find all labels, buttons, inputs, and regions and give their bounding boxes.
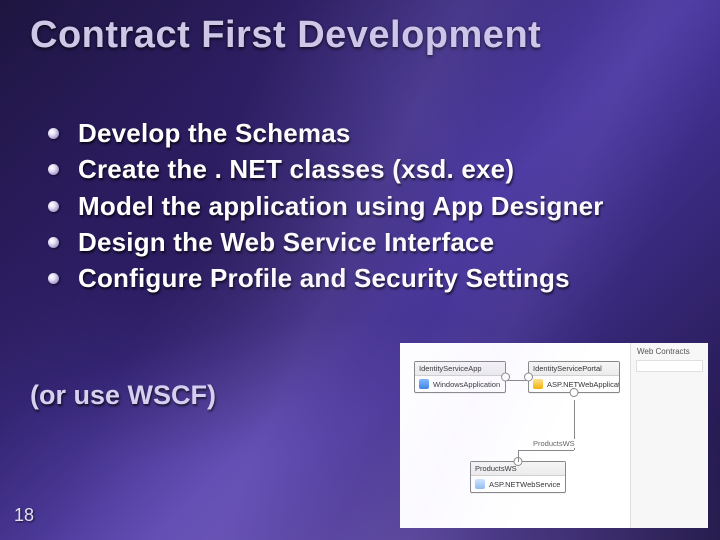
side-panel-field	[636, 360, 703, 372]
node-header: IdentityServicePortal	[529, 362, 619, 376]
bullet-text: Model the application using App Designer	[78, 191, 604, 221]
webservice-icon	[475, 479, 485, 489]
node-body-label: ASP.NETWebApplication	[547, 380, 619, 389]
node-body: ASP.NETWebService	[471, 476, 565, 492]
bullet-icon	[48, 273, 59, 284]
bullet-item: Develop the Schemas	[42, 116, 604, 150]
windows-app-icon	[419, 379, 429, 389]
diagram-node-service: ProductsWS ASP.NETWebService	[470, 461, 566, 493]
bullet-icon	[48, 164, 59, 175]
bullet-item: Design the Web Service Interface	[42, 225, 604, 259]
connector-label: ProductsWS	[532, 439, 576, 448]
connector-line	[518, 450, 519, 462]
node-body-label: WindowsApplication	[433, 380, 500, 389]
diagram-node-client: IdentityServiceApp WindowsApplication	[414, 361, 506, 393]
node-body-label: ASP.NETWebService	[489, 480, 560, 489]
slide-title: Contract First Development	[30, 14, 541, 57]
bullet-item: Configure Profile and Security Settings	[42, 261, 604, 295]
diagram-side-panel: Web Contracts	[630, 343, 708, 528]
bullet-text: Configure Profile and Security Settings	[78, 263, 570, 293]
connector-line	[507, 380, 527, 381]
node-header: IdentityServiceApp	[415, 362, 505, 376]
diagram-canvas: IdentityServiceApp WindowsApplication Id…	[400, 343, 630, 528]
bullet-item: Model the application using App Designer	[42, 189, 604, 223]
bullet-icon	[48, 201, 59, 212]
slide-number: 18	[14, 505, 34, 526]
bullet-text: Develop the Schemas	[78, 118, 351, 148]
connector-line	[518, 450, 574, 451]
bullet-item: Create the . NET classes (xsd. exe)	[42, 152, 604, 186]
bullet-icon	[48, 128, 59, 139]
bullet-list: Develop the Schemas Create the . NET cla…	[42, 116, 604, 298]
iis-app-icon	[533, 379, 543, 389]
architecture-diagram: IdentityServiceApp WindowsApplication Id…	[400, 343, 708, 528]
side-panel-title: Web Contracts	[631, 343, 708, 358]
slide-subnote: (or use WSCF)	[30, 380, 216, 411]
bullet-text: Design the Web Service Interface	[78, 227, 494, 257]
node-body: WindowsApplication	[415, 376, 505, 392]
bullet-text: Create the . NET classes (xsd. exe)	[78, 154, 514, 184]
connector-handle-icon	[570, 388, 579, 397]
diagram-node-portal: IdentityServicePortal ASP.NETWebApplicat…	[528, 361, 620, 393]
bullet-icon	[48, 237, 59, 248]
